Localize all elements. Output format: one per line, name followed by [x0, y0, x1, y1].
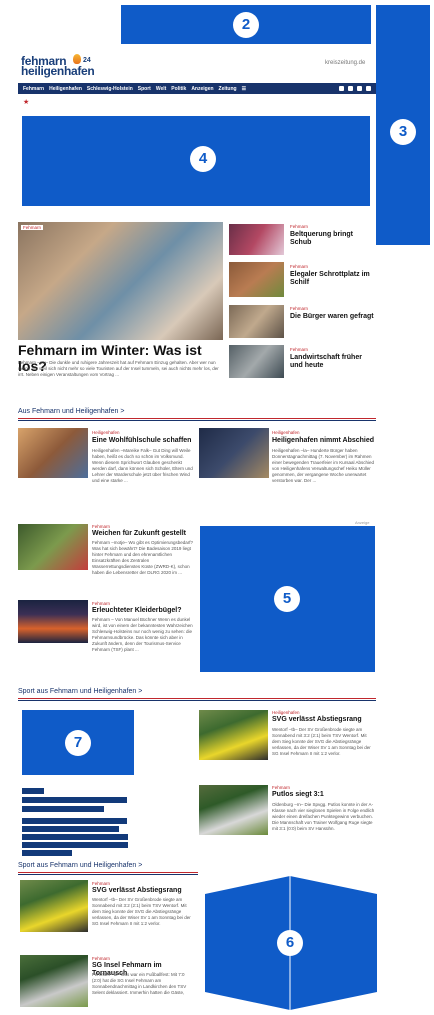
marker-2: 2 [233, 12, 259, 38]
side-tag-4: Fehmarn [290, 347, 309, 352]
nav-politik[interactable]: Politik [171, 86, 186, 92]
placeholder-line-8 [22, 850, 72, 856]
user-icon[interactable] [366, 86, 371, 91]
nav-welt[interactable]: Welt [156, 86, 166, 92]
sport-thumb-4[interactable] [20, 955, 88, 1007]
logo-text-heiligenhafen: heiligenhafen [21, 64, 95, 78]
section-divider-2 [18, 420, 376, 421]
sport-tag-2: Fehmarn [272, 785, 291, 790]
sport-headline-1[interactable]: SVG verlässt Abstiegsrang [272, 716, 377, 724]
article-thumb-2[interactable] [199, 428, 269, 478]
side-tag-3: Fehmarn [290, 306, 309, 311]
ad-label: Anzeige [355, 520, 370, 525]
article-teaser-1: Heiligenhafen –Mareike Falk– Gut Ding wi… [92, 448, 193, 483]
article-headline-2[interactable]: Heiligenhafen nimmt Abschied [272, 437, 377, 445]
section-divider-sport-2 [18, 872, 198, 873]
nav-anzeigen[interactable]: Anzeigen [191, 86, 213, 92]
article-thumb-3[interactable] [18, 524, 88, 570]
side-headline-1[interactable]: Beltquerung bringt Schub [290, 231, 375, 247]
marker-block-4: 4 [22, 116, 370, 206]
kreiszeitung-link[interactable]: kreiszeitung.de [325, 60, 365, 66]
sport-thumb-2[interactable] [199, 785, 268, 835]
placeholder-line-4 [22, 818, 127, 824]
article-teaser-2: Heiligenhafen –la– Hunderte Bürger haben… [272, 448, 375, 483]
placeholder-line-3 [22, 806, 104, 812]
bookmark-icon[interactable] [348, 86, 353, 91]
nav-sport[interactable]: Sport [138, 86, 151, 92]
side-tag-2: Fehmarn [290, 264, 309, 269]
placeholder-line-5 [22, 826, 119, 832]
article-headline-1[interactable]: Eine Wohlfühlschule schaffen [92, 437, 197, 445]
nav-fehmarn[interactable]: Fehmarn [23, 86, 44, 92]
hero-tag: Fehmarn [21, 225, 44, 230]
marker-block-3: 3 [376, 5, 430, 245]
section-divider-sport-1b [18, 700, 376, 701]
section-title-fehmarn-heiligenhafen[interactable]: Aus Fehmarn und Heiligenhafen > [18, 408, 124, 415]
placeholder-line-7 [22, 842, 128, 848]
side-headline-2[interactable]: Elegaler Schrottplatz im Schilf [290, 271, 375, 287]
sport-thumb-3[interactable] [20, 880, 88, 932]
section-divider-sport-1 [18, 698, 376, 699]
marker-4: 4 [190, 146, 216, 172]
sport-teaser-1: Wentorf –tb– Der SV Großenbrode siegte a… [272, 727, 371, 756]
side-headline-4[interactable]: Landwirtschaft früher und heute [290, 354, 375, 370]
side-tag-1: Fehmarn [290, 224, 309, 229]
article-tag-4: Fehmarn [92, 601, 111, 606]
article-headline-4[interactable]: Erleuchteter Kleiderbügel? [92, 607, 197, 615]
sport-teaser-4: Fehmarn –tb– Das war ein Fußballfest: Mi… [92, 972, 187, 995]
sport-tag-3: Fehmarn [92, 881, 111, 886]
nav-heiligenhafen[interactable]: Heiligenhafen [49, 86, 82, 92]
marker-block-7: 7 [22, 710, 134, 775]
article-teaser-4: Fehmarn – Von Manuel Büchner Wenn es dun… [92, 617, 193, 652]
section-divider [18, 418, 376, 419]
marker-block-5[interactable]: 5 [200, 526, 375, 672]
side-thumb-3[interactable] [229, 305, 284, 338]
weather-icon[interactable] [339, 86, 344, 91]
article-thumb-1[interactable] [18, 428, 88, 478]
logo-flame-icon [73, 54, 81, 64]
article-tag-1: Heiligenhafen [92, 430, 120, 435]
placeholder-line-6 [22, 834, 128, 840]
placeholder-line-1 [22, 788, 44, 794]
logo-24: 24 [83, 57, 91, 64]
star-icon: ★ [23, 99, 30, 106]
side-thumb-4[interactable] [229, 345, 284, 378]
hero-teaser: Fehmarn –ew– Die dunkle und ruhigere Jah… [18, 360, 219, 377]
article-tag-2: Heiligenhafen [272, 430, 300, 435]
marker-7: 7 [65, 730, 91, 756]
marker-block-2: 2 [121, 5, 371, 44]
placeholder-line-2 [22, 797, 127, 803]
nav-zeitung[interactable]: Zeitung [219, 86, 237, 92]
marker-3: 3 [390, 119, 416, 145]
article-thumb-4[interactable] [18, 600, 88, 643]
article-teaser-3: Fehmarn –motje– Wo gibt es Optimierungsb… [92, 540, 193, 575]
article-tag-3: Fehmarn [92, 524, 111, 529]
side-thumb-2[interactable] [229, 262, 284, 297]
section-title-sport-2[interactable]: Sport aus Fehmarn und Heiligenhafen > [18, 862, 142, 869]
sport-headline-2[interactable]: Putlos siegt 3:1 [272, 791, 377, 799]
side-headline-3[interactable]: Die Bürger waren gefragt [290, 313, 375, 321]
sport-teaser-2: Oldenburg –rn– Die Spvgg. Putlos konnte … [272, 802, 375, 831]
side-thumb-1[interactable] [229, 224, 284, 255]
marker-5: 5 [274, 586, 300, 612]
nav-schleswig-holstein[interactable]: Schleswig-Holstein [87, 86, 133, 92]
marker-6: 6 [277, 930, 303, 956]
sport-tag-4: Fehmarn [92, 956, 111, 961]
article-headline-3[interactable]: Weichen für Zukunft gestellt [92, 530, 197, 538]
section-title-sport-1[interactable]: Sport aus Fehmarn und Heiligenhafen > [18, 688, 142, 695]
hero-image[interactable] [18, 222, 223, 340]
section-divider-sport-2b [18, 874, 198, 875]
sport-thumb-1[interactable] [199, 710, 268, 760]
search-icon[interactable] [357, 86, 362, 91]
main-navigation: Fehmarn Heiligenhafen Schleswig-Holstein… [18, 83, 376, 94]
sport-headline-3[interactable]: SVG verlässt Abstiegsrang [92, 887, 197, 895]
sport-teaser-3: Wentorf –tb– Der SV Großenbrode siegte a… [92, 897, 191, 926]
sport-tag-1: Heiligenhafen [272, 710, 300, 715]
menu-icon[interactable]: ☰ [242, 86, 246, 92]
